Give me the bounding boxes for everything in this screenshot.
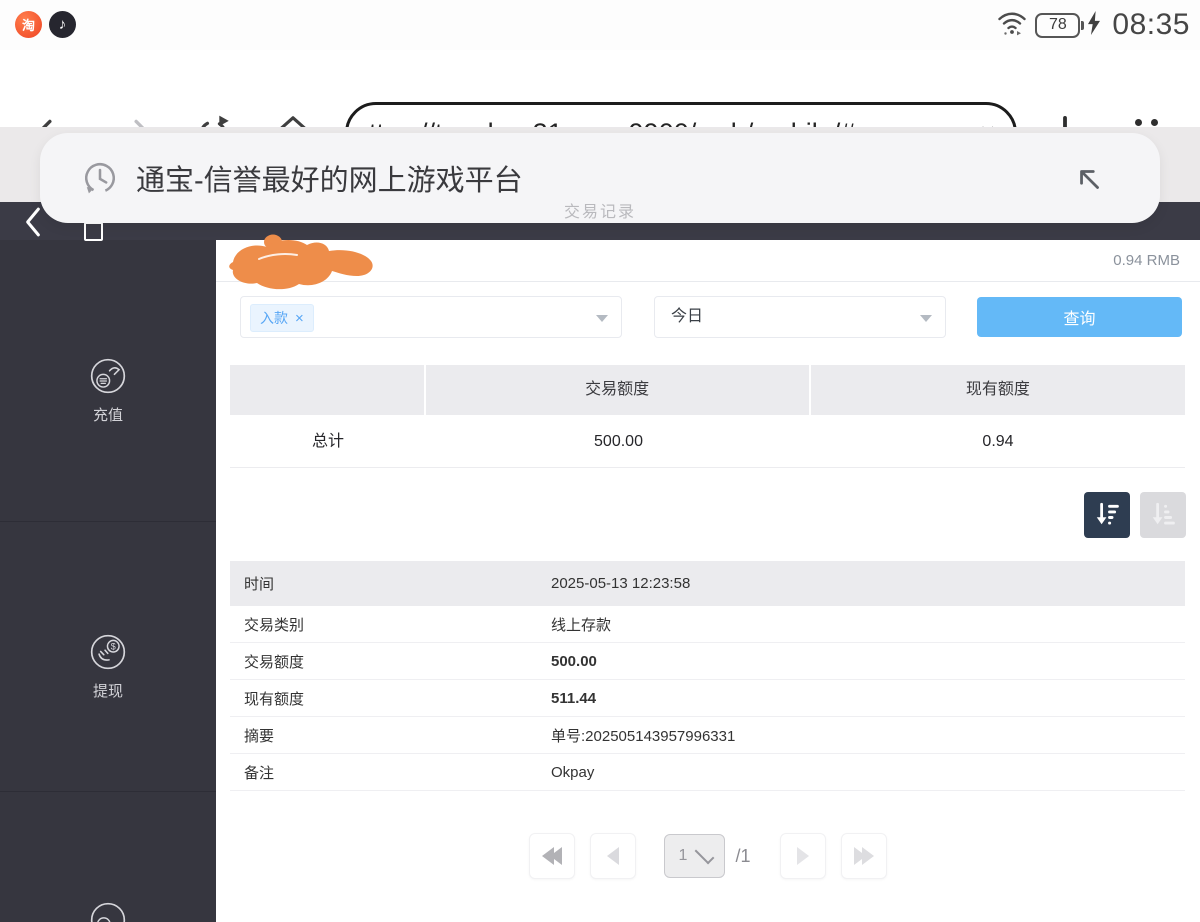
next-page-button[interactable] — [780, 833, 826, 879]
summary-total-row: 总计 500.00 0.94 — [230, 415, 1185, 468]
search-button[interactable]: 查询 — [977, 297, 1182, 337]
balance-text: 0.94 RMB — [1113, 252, 1180, 269]
tag-close-icon[interactable]: × — [295, 310, 304, 327]
page-select[interactable]: 1 — [664, 834, 725, 878]
detail-label: 摘要 — [230, 725, 551, 746]
tiktok-glyph: ♪ — [59, 16, 67, 33]
sidebar-divider — [0, 791, 216, 792]
date-select[interactable]: 今日 — [654, 296, 946, 338]
sidebar-item-partial[interactable] — [0, 900, 216, 922]
sort-desc-icon — [1093, 500, 1121, 531]
sidebar-item-label: 充值 — [93, 404, 123, 425]
withdraw-icon: $ — [88, 632, 128, 677]
summary-header-cell: 交易额度 — [426, 365, 809, 415]
summary-header-cell — [230, 365, 424, 415]
detail-label: 交易类别 — [230, 614, 551, 635]
detail-value: Okpay — [551, 764, 1185, 781]
taobao-glyph: 淘 — [22, 15, 35, 34]
detail-label: 交易额度 — [230, 651, 551, 672]
wifi-icon — [996, 9, 1028, 41]
detail-value: 500.00 — [551, 653, 1185, 670]
detail-value: 单号:202505143957996331 — [551, 725, 1185, 746]
battery-percent: 78 — [1049, 16, 1067, 34]
history-clock-icon — [82, 160, 118, 201]
sort-desc-button[interactable] — [1084, 492, 1130, 538]
table-row: 备注 Okpay — [230, 754, 1185, 791]
prev-page-button[interactable] — [590, 833, 636, 879]
first-page-button[interactable] — [529, 833, 575, 879]
detail-value: 线上存款 — [551, 614, 1185, 635]
left-icon — [607, 847, 619, 865]
detail-label: 现有额度 — [230, 688, 551, 709]
browser-toolbar: ttps://tongbao31.com:9900/web/mobile/# × — [0, 50, 1200, 127]
battery-indicator: 78 — [1035, 13, 1080, 38]
balance-row: 0.94 RMB — [216, 240, 1200, 282]
table-row: 现有额度 511.44 — [230, 680, 1185, 717]
chevron-down-icon — [695, 844, 715, 864]
status-bar: 淘 ♪ 78 — [0, 0, 1200, 50]
type-tag-label: 入款 — [260, 308, 288, 328]
sidebar-divider — [0, 521, 216, 522]
suggestion-card[interactable]: 通宝-信誉最好的网上游戏平台 — [40, 133, 1160, 223]
detail-table: 时间 2025-05-13 12:23:58 交易类别 线上存款 交易额度 50… — [230, 561, 1185, 791]
partial-circle-icon — [88, 900, 128, 922]
summary-transaction-amount: 500.00 — [426, 415, 811, 467]
sidebar-item-recharge[interactable]: 充值 — [0, 356, 216, 425]
page-total: /1 — [735, 846, 750, 867]
detail-label: 时间 — [230, 573, 551, 594]
status-indicators: 78 08:35 — [996, 0, 1190, 50]
table-row: 摘要 单号:202505143957996331 — [230, 717, 1185, 754]
chevron-down-icon — [920, 315, 932, 322]
window-icon[interactable] — [84, 222, 103, 241]
summary-current-amount: 0.94 — [811, 415, 1185, 467]
sidebar-item-withdraw[interactable]: $ 提现 — [0, 632, 216, 701]
svg-text:$: $ — [111, 641, 116, 651]
main-content: 0.94 RMB 入款 × 今日 查询 交易额度 现有额度 总计 500.00 — [216, 240, 1200, 922]
right-icon — [797, 847, 809, 865]
clock-time: 08:35 — [1112, 8, 1190, 42]
charging-icon — [1087, 11, 1101, 40]
date-select-value: 今日 — [655, 297, 945, 337]
type-select[interactable]: 入款 × — [240, 296, 622, 338]
page-select-value: 1 — [678, 847, 695, 865]
summary-table: 交易额度 现有额度 总计 500.00 0.94 — [230, 365, 1185, 468]
summary-total-label: 总计 — [230, 415, 426, 467]
table-row: 交易额度 500.00 — [230, 643, 1185, 680]
page-back-chevron-icon[interactable] — [24, 207, 42, 242]
summary-header-row: 交易额度 现有额度 — [230, 365, 1185, 415]
taobao-app-icon: 淘 — [15, 11, 42, 38]
pagination: 1 /1 — [216, 833, 1200, 879]
detail-value: 2025-05-13 12:23:58 — [551, 575, 1185, 592]
sort-asc-icon — [1149, 500, 1177, 531]
table-row: 交易类别 线上存款 — [230, 606, 1185, 643]
last-page-button[interactable] — [841, 833, 887, 879]
detail-label: 备注 — [230, 762, 551, 783]
sidebar-item-label: 提现 — [93, 680, 123, 701]
recharge-icon — [88, 356, 128, 401]
tiktok-app-icon: ♪ — [49, 11, 76, 38]
table-row: 时间 2025-05-13 12:23:58 — [230, 561, 1185, 606]
screen: 淘 ♪ 78 — [0, 0, 1200, 922]
detail-value: 511.44 — [551, 690, 1185, 707]
type-tag: 入款 × — [250, 304, 314, 332]
insert-suggestion-arrow-icon[interactable] — [1073, 163, 1105, 200]
sort-asc-button[interactable] — [1140, 492, 1186, 538]
chevron-down-icon — [596, 315, 608, 322]
suggestion-text: 通宝-信誉最好的网上游戏平台 — [136, 157, 523, 199]
sidebar: 充值 $ 提现 — [0, 240, 216, 922]
summary-header-cell: 现有额度 — [811, 365, 1185, 415]
